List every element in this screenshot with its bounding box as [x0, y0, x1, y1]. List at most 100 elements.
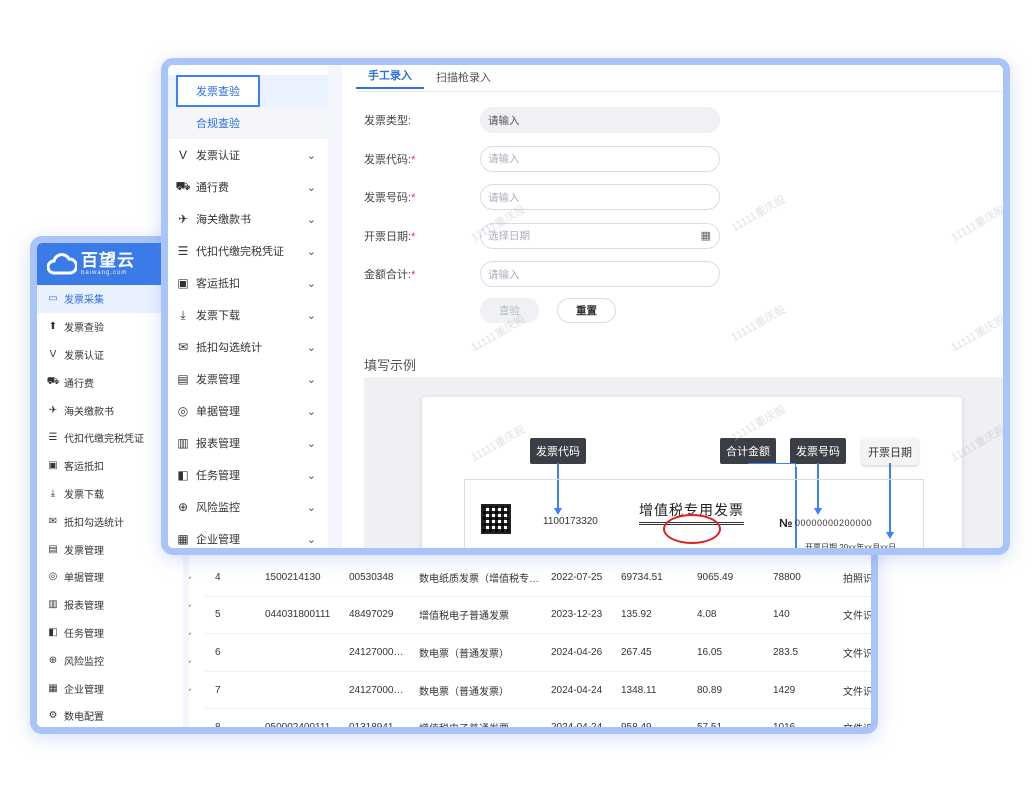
tab-underline: [356, 91, 1003, 92]
table-cell: 2024-04-24: [551, 684, 603, 696]
chevron-down-icon[interactable]: ⌄: [307, 437, 316, 450]
front-sidebar-item[interactable]: V 发票认证 ⌄: [168, 139, 328, 171]
sidebar-item-label: 抵扣勾选统计: [196, 342, 262, 354]
sidebar-item-label: 代扣代缴完税凭证: [196, 246, 284, 258]
invoice-number-input[interactable]: 请输入: [480, 184, 720, 211]
back-sidebar-item[interactable]: ◧任务管理⌄: [37, 619, 193, 647]
chevron-down-icon[interactable]: ⌄: [307, 245, 316, 258]
qr-code-icon: [481, 504, 511, 534]
nav-icon: ⊕: [48, 654, 58, 666]
sidebar-item-label: 任务管理: [64, 628, 104, 640]
sidebar-item-label: 企业管理: [64, 684, 104, 696]
front-sidebar-item[interactable]: ⤓ 发票下载 ⌄: [168, 299, 328, 331]
calendar-icon[interactable]: ▦: [701, 229, 711, 242]
nav-icon: ▦: [177, 532, 189, 546]
red-seal-icon: [663, 514, 721, 544]
front-sidebar-item[interactable]: ✉ 抵扣勾选统计 ⌄: [168, 331, 328, 363]
chevron-down-icon[interactable]: ⌄: [307, 149, 316, 162]
chevron-down-icon[interactable]: ⌄: [307, 309, 316, 322]
nav-icon: ▣: [177, 276, 189, 290]
front-sidebar-item[interactable]: ✈ 海关缴款书 ⌄: [168, 203, 328, 235]
table-row[interactable]: 5 044031800111 48497029 增值税电子普通发票 2023-12-23…: [205, 597, 871, 635]
brand-name: 百望云: [81, 251, 135, 270]
front-sidebar-item[interactable]: ▤ 发票管理 ⌄: [168, 363, 328, 395]
watermark-text: 11111重庆股: [729, 303, 788, 345]
table-row[interactable]: 6 24127000… 数电票（普通发票） 2024-04-26 267.45 16.05…: [205, 634, 871, 672]
front-sidebar-item[interactable]: ▣ 客运抵扣 ⌄: [168, 267, 328, 299]
sidebar-item-label: 数电配置: [64, 712, 104, 724]
front-sidebar-item[interactable]: ◎ 单据管理 ⌄: [168, 395, 328, 427]
nav-icon: ⚙: [48, 710, 58, 722]
nav-icon: ▭: [48, 293, 58, 305]
sidebar-item-invoice-verify[interactable]: 发票查验: [168, 75, 328, 107]
chevron-down-icon[interactable]: ⌄: [307, 341, 316, 354]
table-cell: 958.49: [621, 722, 652, 734]
nav-icon: ▤: [177, 372, 189, 386]
chevron-down-icon[interactable]: ⌄: [307, 533, 316, 546]
watermark-text: 11111重庆股: [949, 313, 1008, 355]
table-cell: 044031800111: [265, 609, 331, 621]
table-cell: 135.92: [621, 609, 652, 621]
chevron-down-icon[interactable]: ⌄: [307, 501, 316, 514]
issue-date-picker[interactable]: 选择日期 ▦: [480, 222, 720, 249]
table-cell: 57.51: [697, 722, 723, 734]
sidebar-item-label: 发票管理: [196, 374, 240, 386]
nav-icon: ▤: [48, 543, 58, 555]
table-cell: 1016: [773, 722, 796, 734]
table-cell: 数电票（普通发票）: [419, 648, 509, 660]
total-amount-input[interactable]: 请输入: [480, 261, 720, 288]
table-cell: 1429: [773, 684, 796, 696]
front-sidebar-item[interactable]: ⊕ 风险监控 ⌄: [168, 491, 328, 523]
back-sidebar-item[interactable]: ◎单据管理⌄: [37, 563, 193, 591]
table-row[interactable]: 4 1500214130 00530348 数电纸质发票（增值税专… 2022-07-2…: [205, 559, 871, 597]
table-cell: 48497029: [349, 609, 394, 621]
front-sidebar-item[interactable]: ▦ 企业管理 ⌄: [168, 523, 328, 548]
tip-invoice-code: 发票代码: [530, 438, 586, 464]
nav-icon: ✉: [48, 515, 58, 527]
chevron-down-icon[interactable]: ⌄: [307, 469, 316, 482]
table-cell: 80.89: [697, 684, 723, 696]
sidebar-item-label: 海关缴款书: [196, 214, 251, 226]
sidebar-item-compliance-verify[interactable]: 合规查验: [168, 107, 328, 139]
connector-total-amount: [748, 463, 796, 467]
sidebar-item-label: 合规查验: [196, 118, 240, 130]
front-sidebar-item[interactable]: ◧ 任务管理 ⌄: [168, 459, 328, 491]
sidebar-item-label: 风险监控: [196, 502, 240, 514]
sidebar-item-label: 发票采集: [64, 295, 104, 307]
tab-scanner-entry[interactable]: 扫描枪录入: [424, 65, 503, 89]
brand-domain: baiwang.com: [81, 270, 128, 276]
tab-manual-entry[interactable]: 手工录入: [356, 65, 424, 89]
table-cell: 2022-07-25: [551, 571, 603, 583]
table-row[interactable]: 8 050002400111 01318941 增值税电子普通发票 2024-04-24…: [205, 709, 871, 734]
front-sidebar-item[interactable]: ⛟ 通行费 ⌄: [168, 171, 328, 203]
chevron-down-icon[interactable]: ⌄: [307, 373, 316, 386]
table-row[interactable]: 7 24127000… 数电票（普通发票） 2024-04-24 1348.11 80.8…: [205, 672, 871, 710]
back-sidebar-item[interactable]: ⚙ 数电配置: [37, 702, 183, 727]
back-sidebar-item[interactable]: ▦企业管理⌄: [37, 674, 193, 702]
sidebar-item-label: 客运抵扣: [64, 462, 104, 474]
sidebar-item-label: 海关缴款书: [64, 406, 114, 418]
reset-button[interactable]: 重置: [557, 297, 616, 323]
table-cell: 增值税电子普通发票: [419, 611, 509, 623]
chevron-down-icon[interactable]: ⌄: [307, 277, 316, 290]
table-cell: 5: [215, 609, 221, 621]
chevron-down-icon[interactable]: ⌄: [307, 405, 316, 418]
invoice-type-field[interactable]: 请输入: [480, 107, 720, 134]
back-sidebar-item[interactable]: ▥报表管理⌄: [37, 591, 193, 619]
query-button[interactable]: 查验: [480, 297, 539, 323]
table-cell: 267.45: [621, 646, 652, 658]
back-sidebar-item[interactable]: ⊕风险监控⌄: [37, 646, 193, 674]
sidebar-item-label: 发票管理: [64, 545, 104, 557]
sample-invoice-code: 1100173320: [543, 516, 598, 527]
invoice-code-input[interactable]: 请输入: [480, 145, 720, 172]
front-sidebar-item[interactable]: ☰ 代扣代缴完税凭证 ⌄: [168, 235, 328, 267]
chevron-down-icon[interactable]: ⌄: [307, 213, 316, 226]
front-sidebar-item[interactable]: ▥ 报表管理 ⌄: [168, 427, 328, 459]
front-window: 发票查验 合规查验 V 发票认证 ⌄ ⛟ 通行费 ⌄ ✈ 海关缴款书 ⌄ ☰ 代扣代缴完税凭证 ⌄ ▣ 客…: [161, 58, 1010, 555]
chevron-down-icon[interactable]: ⌄: [307, 181, 316, 194]
table-cell: 050002400111: [265, 722, 331, 734]
issue-date-placeholder: 选择日期: [488, 230, 530, 243]
table-cell: 7: [215, 684, 221, 696]
sidebar-item-label: 报表管理: [64, 601, 104, 613]
sample-area: 发票代码 合计金额 发票号码 开票日期 1100173320 增值税专用发票 №…: [364, 377, 1003, 548]
